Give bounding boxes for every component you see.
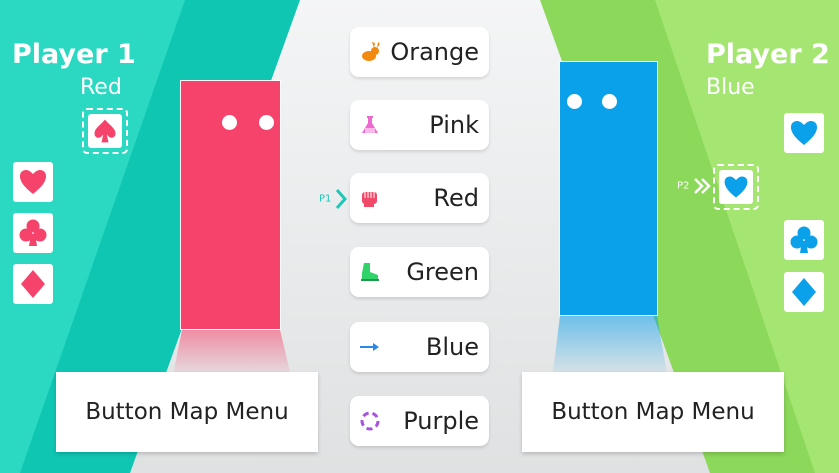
player2-eye-left [567, 94, 582, 109]
arrow-icon [360, 343, 379, 351]
player1-character [180, 80, 281, 330]
player1-button-map-menu[interactable]: Button Map Menu [56, 372, 318, 452]
player2-selected-slot[interactable] [713, 164, 759, 210]
player1-selected-slot[interactable] [82, 108, 128, 154]
player1-card-diamond[interactable] [13, 264, 53, 304]
chevron-right-icon [335, 189, 347, 209]
player2-card-diamond[interactable] [784, 272, 824, 312]
player2-button-map-menu[interactable]: Button Map Menu [522, 372, 784, 452]
option-label: Red [433, 184, 479, 212]
option-red[interactable]: Red [350, 173, 489, 223]
player2-title: Player 2 [706, 39, 830, 70]
option-purple[interactable]: Purple [350, 396, 489, 446]
boot-icon [361, 263, 379, 281]
rabbit-icon [362, 42, 380, 61]
diamond-icon [21, 270, 45, 298]
diamond-icon [792, 278, 816, 306]
option-label: Green [406, 258, 479, 286]
player1-eye-right [259, 115, 274, 130]
option-label: Purple [403, 407, 479, 435]
player1-eye-left [222, 115, 237, 130]
player2-card-club[interactable] [784, 220, 824, 260]
option-orange[interactable]: Orange [350, 27, 489, 77]
heart-icon [20, 170, 46, 194]
option-label: Orange [390, 38, 479, 66]
player2-color-label: Blue [706, 75, 755, 100]
heart-icon [724, 176, 748, 198]
player2-cursor-label: P2 [677, 180, 690, 192]
player1-color-label: Red [80, 75, 122, 100]
option-pink[interactable]: Pink [350, 100, 489, 150]
player1-cursor-label: P1 [319, 193, 332, 205]
double-chevron-right-icon [693, 178, 711, 194]
club-icon [19, 219, 47, 246]
spade-icon [94, 119, 116, 143]
player1-title: Player 1 [12, 39, 136, 70]
player2-eye-right [602, 94, 617, 109]
player1-card-heart[interactable] [13, 162, 53, 202]
player1-card-club[interactable] [13, 213, 53, 253]
player1-cursor: P1 [319, 188, 347, 210]
spiral-icon [360, 411, 380, 431]
player2-character [559, 61, 658, 316]
fist-icon [362, 192, 377, 207]
option-label: Blue [425, 333, 479, 361]
player2-cursor: P2 [677, 177, 713, 195]
option-label: Pink [429, 111, 479, 139]
heart-icon [791, 121, 817, 145]
option-blue[interactable]: Blue [350, 322, 489, 372]
option-green[interactable]: Green [350, 247, 489, 297]
player2-card-heart[interactable] [784, 113, 824, 153]
club-icon [790, 226, 818, 253]
flask-icon [362, 116, 378, 133]
